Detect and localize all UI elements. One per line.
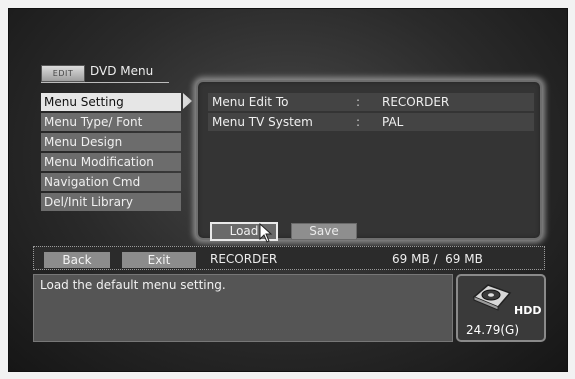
status-source: RECORDER (210, 252, 278, 266)
menu-item-menu-setting[interactable]: Menu Setting (41, 93, 181, 111)
edit-badge: EDIT (41, 65, 85, 82)
selection-arrow-icon (183, 93, 192, 109)
dvd-menu-screen: EDIT DVD Menu Menu Setting Menu Type/ Fo… (8, 8, 568, 372)
setting-label: Menu Edit To (212, 95, 289, 109)
setting-label: Menu TV System (212, 115, 313, 129)
menu-item-menu-type-font[interactable]: Menu Type/ Font (41, 113, 181, 131)
setting-value: PAL (382, 115, 404, 129)
save-button[interactable]: Save (291, 223, 357, 240)
help-text: Load the default menu setting. (40, 278, 226, 292)
setting-separator: : (356, 115, 361, 129)
menu-item-navigation-cmd[interactable]: Navigation Cmd (41, 173, 181, 191)
hdd-icon (472, 284, 512, 311)
setting-row-menu-edit-to[interactable]: Menu Edit To : RECORDER (208, 93, 534, 111)
hdd-label: HDD (514, 304, 542, 317)
setting-separator: : (356, 95, 361, 109)
menu-item-del-init-library[interactable]: Del/Init Library (41, 193, 181, 211)
mouse-cursor-icon (259, 223, 273, 243)
menu-item-menu-modification[interactable]: Menu Modification (41, 153, 181, 171)
help-box: Load the default menu setting. (33, 274, 453, 342)
page-title: DVD Menu (90, 64, 154, 78)
title-underline (41, 82, 169, 83)
hdd-status: HDD 24.79(G) (456, 274, 546, 342)
status-size: 69 MB / 69 MB (392, 252, 483, 266)
hdd-capacity: 24.79(G) (466, 323, 520, 337)
menu-item-menu-design[interactable]: Menu Design (41, 133, 181, 151)
setting-row-menu-tv-system[interactable]: Menu TV System : PAL (208, 113, 534, 131)
status-bar: Back Exit RECORDER 69 MB / 69 MB (33, 246, 545, 270)
setting-value: RECORDER (382, 95, 450, 109)
settings-panel: Menu Edit To : RECORDER Menu TV System :… (196, 80, 542, 241)
back-button[interactable]: Back (44, 252, 110, 268)
exit-button[interactable]: Exit (122, 252, 196, 268)
